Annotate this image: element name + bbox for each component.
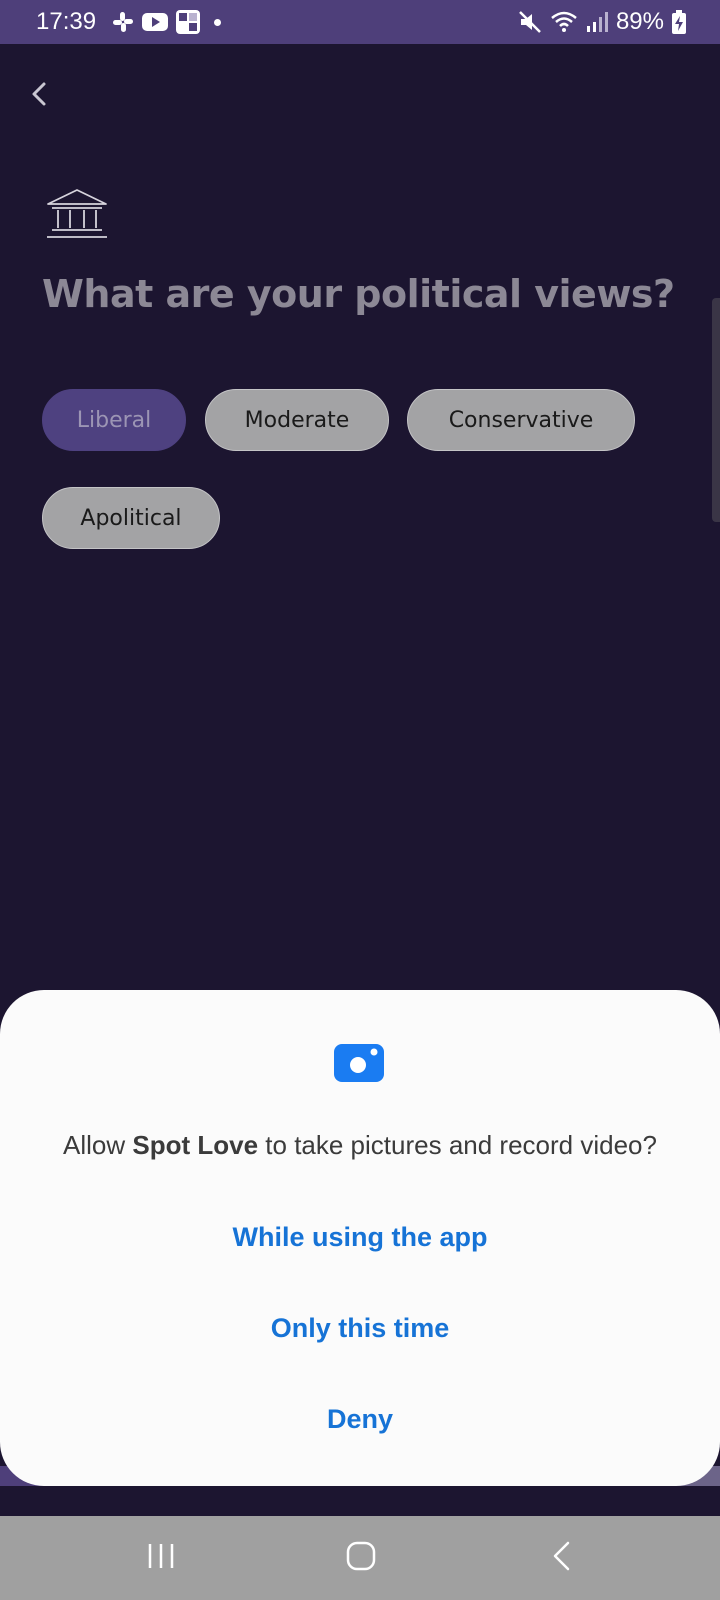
notification-dot-icon xyxy=(214,18,221,26)
system-icons: 89% xyxy=(518,8,686,36)
camera-icon xyxy=(334,1044,384,1082)
only-this-time-button[interactable]: Only this time xyxy=(0,1313,720,1344)
option-label: Moderate xyxy=(244,407,350,433)
back-icon[interactable] xyxy=(550,1540,574,1572)
slack-icon xyxy=(113,12,133,32)
option-label: Apolitical xyxy=(80,505,182,531)
status-bar: 17:39 89% xyxy=(0,0,720,44)
option-chip-conservative[interactable]: Conservative xyxy=(407,389,635,451)
option-chip-apolitical[interactable]: Apolitical xyxy=(42,487,220,549)
deny-button[interactable]: Deny xyxy=(0,1404,720,1435)
back-button[interactable] xyxy=(26,76,54,112)
chevron-left-icon xyxy=(32,82,46,106)
battery-percent: 89% xyxy=(615,8,664,35)
mute-icon xyxy=(519,11,541,33)
option-chip-liberal[interactable]: Liberal xyxy=(42,389,186,451)
permission-message: Allow Spot Love to take pictures and rec… xyxy=(0,1130,720,1161)
message-suffix: to take pictures and record video? xyxy=(258,1130,657,1160)
grid-app-icon xyxy=(176,10,200,34)
signal-icon xyxy=(586,12,608,32)
notification-icons xyxy=(112,10,221,34)
navigation-bar xyxy=(0,1516,720,1600)
home-icon[interactable] xyxy=(345,1540,377,1572)
government-building-icon xyxy=(47,189,107,238)
option-label: Liberal xyxy=(76,407,152,433)
battery-charging-icon xyxy=(672,10,686,34)
youtube-icon xyxy=(142,13,168,31)
status-time: 17:39 xyxy=(36,8,97,35)
app-name: Spot Love xyxy=(132,1130,259,1160)
scrollbar[interactable] xyxy=(712,298,720,522)
wifi-icon xyxy=(551,11,577,32)
message-prefix: Allow xyxy=(63,1130,133,1160)
option-chip-moderate[interactable]: Moderate xyxy=(205,389,389,451)
while-using-app-button[interactable]: While using the app xyxy=(0,1222,720,1253)
option-label: Conservative xyxy=(448,407,594,433)
recent-apps-icon[interactable] xyxy=(146,1540,176,1572)
page-title: What are your political views? xyxy=(42,272,675,316)
